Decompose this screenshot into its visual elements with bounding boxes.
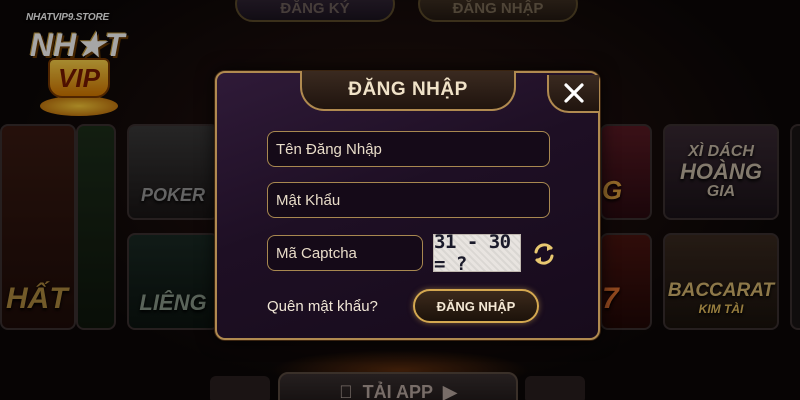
login-submit-button[interactable]: ĐĂNG NHẬP [413, 289, 539, 323]
captcha-input[interactable]: Mã Captcha [267, 235, 423, 271]
password-input[interactable]: Mật Khẩu [267, 182, 550, 218]
username-input[interactable]: Tên Đăng Nhập [267, 131, 550, 167]
forgot-password-link[interactable]: Quên mật khẩu? [267, 298, 378, 315]
modal-header: ĐĂNG NHẬP [300, 71, 516, 111]
close-icon [564, 83, 584, 103]
captcha-image: 31 - 30 = ? [433, 231, 521, 275]
refresh-captcha-icon[interactable] [531, 241, 557, 267]
close-button[interactable] [547, 75, 599, 113]
modal-title: ĐĂNG NHẬP [348, 79, 468, 100]
login-modal: ĐĂNG NHẬP Tên Đăng Nhập Mật Khẩu Mã Capt… [215, 71, 600, 340]
